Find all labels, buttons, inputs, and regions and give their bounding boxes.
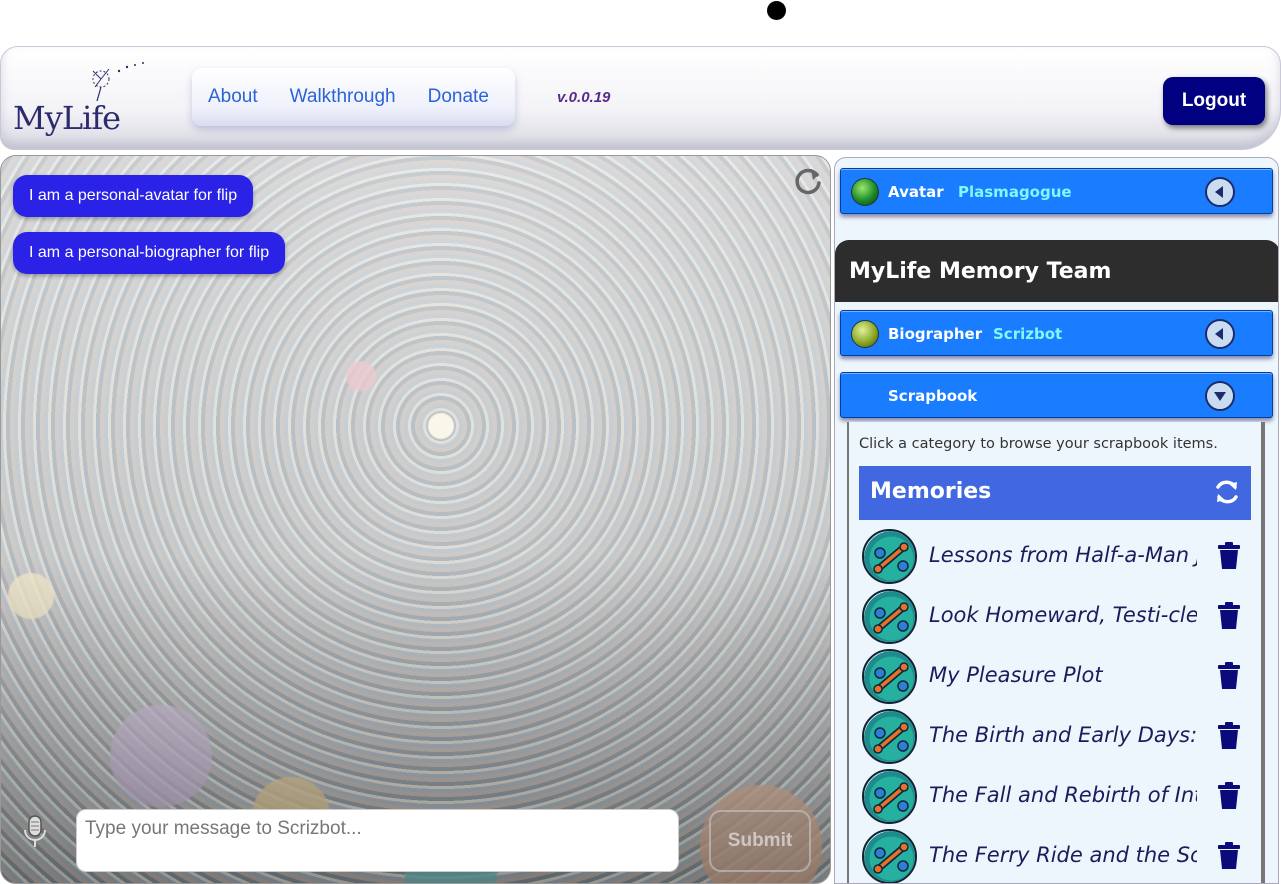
avatar-name-label: Plasmagogue [958,183,1072,201]
chevron-left-icon [1215,328,1223,340]
memory-title[interactable]: The Birth and Early Days: Do [929,723,1197,747]
refresh-icon[interactable] [793,166,823,196]
scrapbook-hint: Click a category to browse your scrapboo… [859,436,1218,452]
nav-about-link[interactable]: About [208,86,258,108]
trash-icon[interactable] [1217,662,1241,690]
trash-icon[interactable] [1217,602,1241,630]
biographer-role-label: Biographer [888,325,983,343]
memories-category-label: Memories [870,479,992,504]
chat-panel: I am a personal-avatar for flip I am a p… [0,155,831,884]
mylife-logo[interactable]: MyLife [13,61,153,145]
memory-list-item[interactable]: The Ferry Ride and the Soup [859,826,1249,883]
collapse-toggle[interactable] [1205,177,1235,207]
main-nav: About Walkthrough Donate [192,68,515,126]
expand-toggle[interactable] [1205,381,1235,411]
memory-thumbnail-icon [862,529,917,584]
camera-dot [767,1,786,20]
avatar-status-orb-icon [851,178,879,206]
memory-list-item[interactable]: Lessons from Half-a-Man Joe [859,526,1249,586]
trash-icon[interactable] [1217,782,1241,810]
trash-icon[interactable] [1217,842,1241,870]
avatar-bar[interactable]: Avatar Plasmagogue [840,168,1273,214]
chat-message: I am a personal-biographer for flip [13,232,286,274]
submit-button[interactable]: Submit [709,810,811,872]
microphone-icon[interactable] [21,814,49,850]
avatar-role-label: Avatar [888,183,944,201]
refresh-icon[interactable] [1213,478,1241,506]
memory-title[interactable]: The Fall and Rebirth of Intell [929,783,1197,807]
scrapbook-bar[interactable]: Scrapbook [840,372,1273,418]
nav-donate-link[interactable]: Donate [428,86,489,108]
memory-thumbnail-icon [862,829,917,883]
memory-title[interactable]: Look Homeward, Testi-cles! [929,603,1197,627]
app-header: MyLife About Walkthrough Donate v.0.0.19… [0,46,1281,150]
biographer-name-label: Scrizbot [993,325,1063,343]
chat-message: I am a personal-avatar for flip [13,175,254,217]
agent-sidebar: Avatar Plasmagogue MyLife Memory Team Bi… [834,157,1279,884]
version-label: v.0.0.19 [557,89,611,106]
memory-title[interactable]: Lessons from Half-a-Man Joe [929,543,1197,567]
scrapbook-label: Scrapbook [888,387,978,405]
biographer-status-orb-icon [851,320,879,348]
memory-thumbnail-icon [862,589,917,644]
memory-list-item[interactable]: The Birth and Early Days: Do [859,706,1249,766]
memory-thumbnail-icon [862,769,917,824]
chevron-down-icon [1214,392,1226,401]
memory-title[interactable]: The Ferry Ride and the Soup [929,843,1197,867]
biographer-bar[interactable]: Biographer Scrizbot [840,310,1273,356]
nav-walkthrough-link[interactable]: Walkthrough [290,86,396,108]
scrapbook-panel: Click a category to browse your scrapboo… [847,422,1265,883]
chat-message-input[interactable] [76,809,679,872]
memory-list-item[interactable]: My Pleasure Plot [859,646,1249,706]
memory-thumbnail-icon [862,709,917,764]
team-title: MyLife Memory Team [849,259,1112,284]
memories-category-header[interactable]: Memories [859,466,1251,520]
chevron-left-icon [1215,186,1223,198]
trash-icon[interactable] [1217,722,1241,750]
collapse-toggle[interactable] [1205,319,1235,349]
memory-title[interactable]: My Pleasure Plot [929,663,1197,687]
logout-button[interactable]: Logout [1163,77,1265,125]
logo-text: MyLife [13,99,121,137]
trash-icon[interactable] [1217,542,1241,570]
memory-list-item[interactable]: Look Homeward, Testi-cles! [859,586,1249,646]
memory-team-header: MyLife Memory Team [835,240,1278,302]
memory-list-item[interactable]: The Fall and Rebirth of Intell [859,766,1249,826]
memory-thumbnail-icon [862,649,917,704]
dandelion-icon [92,62,144,101]
